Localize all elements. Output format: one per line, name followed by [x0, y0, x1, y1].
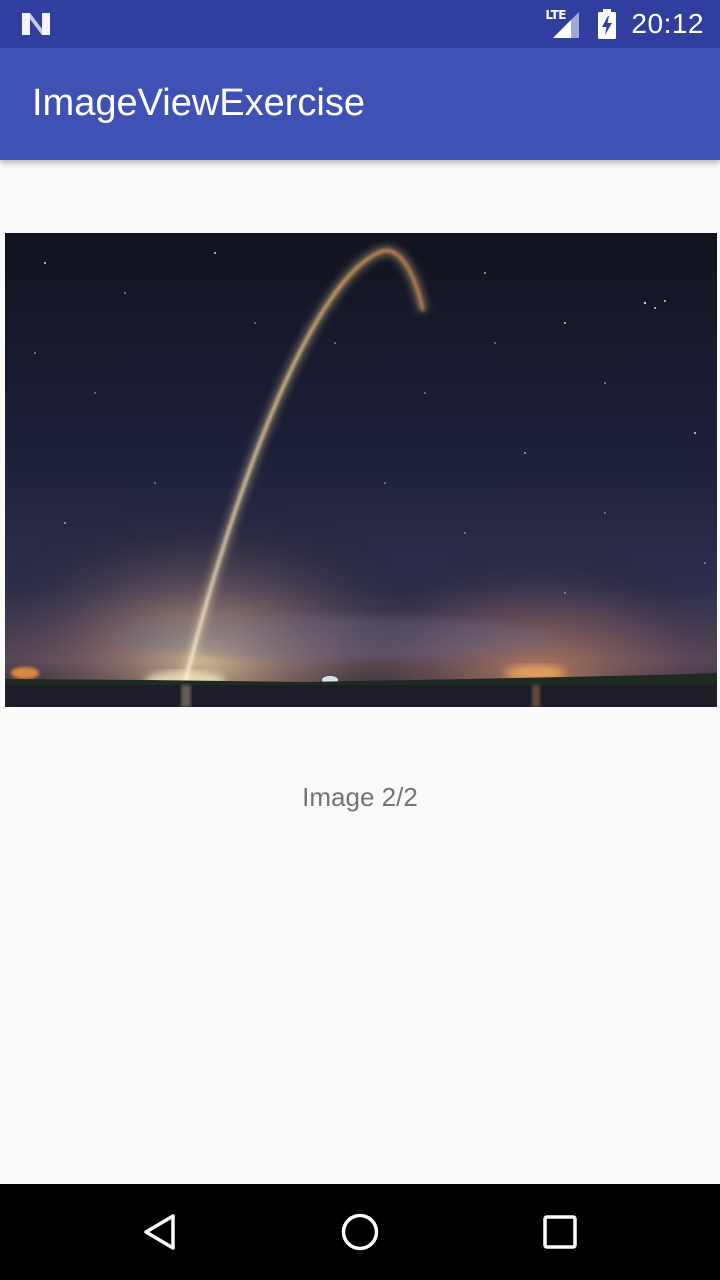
app-title: ImageViewExercise	[32, 82, 366, 124]
status-icons: LTE 20:12	[545, 0, 704, 48]
lte-signal: LTE	[545, 8, 583, 40]
home-button[interactable]	[328, 1200, 392, 1264]
back-triangle-icon	[144, 1214, 175, 1250]
battery-charging-icon	[598, 9, 617, 39]
android-n-notification-icon	[22, 13, 50, 35]
recents-button[interactable]	[528, 1200, 592, 1264]
navigation-bar	[0, 1184, 720, 1280]
back-button[interactable]	[128, 1200, 192, 1264]
image-caption: Image 2/2	[302, 782, 418, 812]
app-bar: ImageViewExercise	[0, 48, 720, 160]
home-circle-icon	[341, 1213, 379, 1251]
recents-square-icon	[543, 1215, 577, 1249]
app-screen: LTE 20:12 ImageViewExercise Image 2/2	[0, 0, 720, 1280]
cell-signal-icon	[553, 12, 580, 38]
rocket-launch-image	[5, 233, 717, 707]
status-time: 20:12	[631, 8, 704, 39]
status-bar: LTE 20:12	[0, 0, 720, 48]
